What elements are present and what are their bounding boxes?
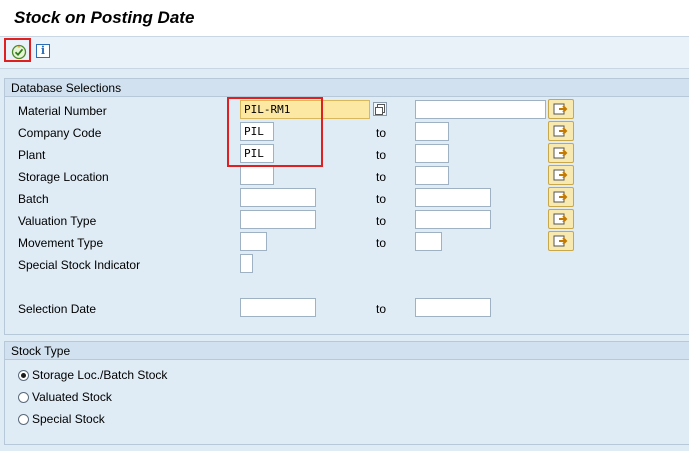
radio-storage-loc-batch-stock[interactable]: Storage Loc./Batch Stock <box>18 367 167 383</box>
application-toolbar: i <box>0 37 689 69</box>
movement-type-from-field[interactable] <box>240 232 267 251</box>
group-header: Stock Type <box>5 342 689 360</box>
group-title: Database Selections <box>11 81 122 95</box>
to-label: to <box>376 192 387 206</box>
radio-valuated-stock[interactable]: Valuated Stock <box>18 389 112 405</box>
label-movement-type: Movement Type <box>18 236 104 250</box>
group-title: Stock Type <box>11 344 71 358</box>
execute-button[interactable] <box>10 43 28 61</box>
valuation-type-to-field[interactable] <box>415 210 491 229</box>
label-company-code: Company Code <box>18 126 102 140</box>
multiple-selection-button[interactable] <box>548 121 574 141</box>
movement-type-to-field[interactable] <box>415 232 442 251</box>
batch-to-field[interactable] <box>415 188 491 207</box>
plant-from-field[interactable]: PIL <box>240 144 274 163</box>
radio-special-stock[interactable]: Special Stock <box>18 411 105 427</box>
storage-location-to-field[interactable] <box>415 166 449 185</box>
radio-selected-icon[interactable] <box>18 369 29 381</box>
multiple-selection-icon <box>553 235 568 247</box>
storage-location-from-field[interactable] <box>240 166 274 185</box>
selection-date-from-field[interactable] <box>240 298 316 317</box>
to-label: to <box>376 214 387 228</box>
multiple-selection-button[interactable] <box>548 143 574 163</box>
to-label: to <box>376 126 387 140</box>
multiple-selection-button[interactable] <box>548 209 574 229</box>
radio-unselected-icon[interactable] <box>18 391 29 403</box>
special-stock-indicator-field[interactable] <box>240 254 253 273</box>
multiple-selection-button[interactable] <box>548 187 574 207</box>
multiple-selection-icon <box>553 191 568 203</box>
to-label: to <box>376 170 387 184</box>
label-selection-date: Selection Date <box>18 302 97 316</box>
multiple-selection-icon <box>553 125 568 137</box>
company-code-from-field[interactable]: PIL <box>240 122 274 141</box>
multiple-selection-button[interactable] <box>548 231 574 251</box>
multiple-selection-button[interactable] <box>548 99 574 119</box>
material-number-to-field[interactable] <box>415 100 546 119</box>
selection-date-to-field[interactable] <box>415 298 491 317</box>
to-label: to <box>376 148 387 162</box>
label-valuation-type: Valuation Type <box>18 214 97 228</box>
label-storage-location: Storage Location <box>18 170 109 184</box>
label-batch: Batch <box>18 192 49 206</box>
multiple-selection-icon <box>553 169 568 181</box>
radio-label: Storage Loc./Batch Stock <box>32 368 168 382</box>
label-material-number: Material Number <box>18 104 107 118</box>
page-title: Stock on Posting Date <box>14 8 195 27</box>
radio-label: Valuated Stock <box>32 390 112 404</box>
info-icon: i <box>40 44 46 57</box>
info-button[interactable]: i <box>36 44 50 58</box>
matchcode-icon[interactable] <box>373 102 387 116</box>
valuation-type-from-field[interactable] <box>240 210 316 229</box>
radio-label: Special Stock <box>32 412 105 426</box>
title-bar: Stock on Posting Date <box>0 0 689 37</box>
material-number-from-field[interactable]: PIL-RM1 <box>240 100 370 119</box>
to-label: to <box>376 302 387 316</box>
multiple-selection-icon <box>553 103 568 115</box>
group-header: Database Selections <box>5 79 689 97</box>
execute-icon <box>11 44 27 60</box>
label-special-stock-indicator: Special Stock Indicator <box>18 258 141 272</box>
multiple-selection-button[interactable] <box>548 165 574 185</box>
batch-from-field[interactable] <box>240 188 316 207</box>
plant-to-field[interactable] <box>415 144 449 163</box>
label-plant: Plant <box>18 148 46 162</box>
to-label: to <box>376 236 387 250</box>
radio-unselected-icon[interactable] <box>18 413 29 425</box>
multiple-selection-icon <box>553 147 568 159</box>
company-code-to-field[interactable] <box>415 122 449 141</box>
multiple-selection-icon <box>553 213 568 225</box>
